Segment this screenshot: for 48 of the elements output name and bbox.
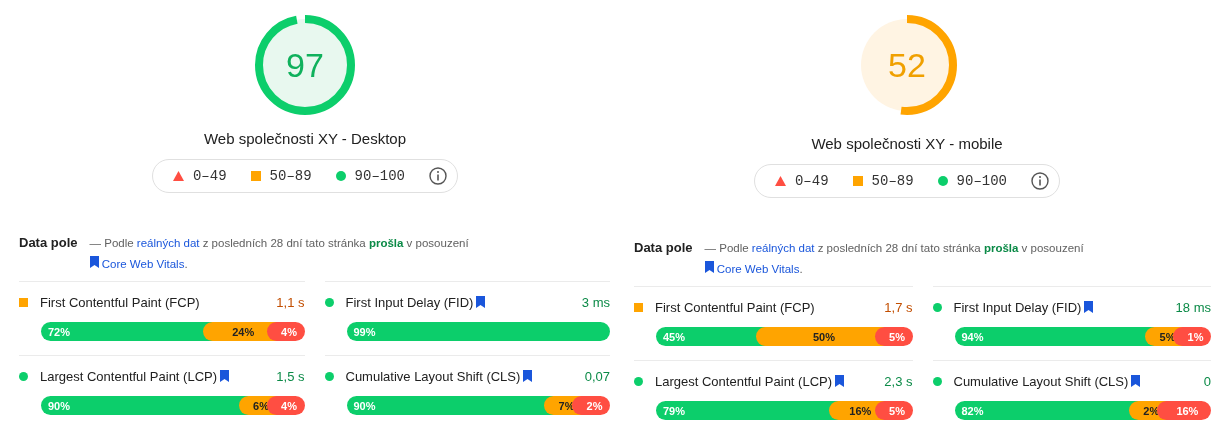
bookmark-icon (220, 370, 230, 382)
metric-name: Cumulative Layout Shift (CLS) (345, 368, 533, 384)
info-icon[interactable] (1031, 172, 1049, 190)
report-title: Web společnosti XY - Desktop (203, 130, 406, 147)
report-title: Web společnosti XY - mobile (811, 135, 1003, 152)
metric-value: 1,1 s (276, 294, 305, 310)
metric-value: 1,7 s (884, 299, 913, 315)
real-data-link[interactable]: reálných dat (751, 242, 815, 254)
score-value: 52 (888, 46, 926, 84)
metric-name: Largest Contentful Paint (LCP) (655, 373, 845, 389)
metric-name: First Input Delay (FID) (345, 294, 486, 310)
real-data-link[interactable]: reálných dat (136, 237, 200, 249)
metric-value: 18 ms (1175, 299, 1211, 315)
metric-name: First Contentful Paint (FCP) (655, 299, 815, 315)
metric-name: Cumulative Layout Shift (CLS) (953, 373, 1141, 389)
bookmark-icon (1131, 375, 1141, 387)
legend-label: 90–100 (354, 168, 405, 184)
legend-label: 0–49 (794, 173, 829, 189)
metric-value: 2,3 s (884, 373, 913, 389)
distribution-segment: 5% (874, 401, 913, 420)
field-data-description: — Podle reálných dat z posledních 28 dní tato stránka prošla v posouzení Core Web Vitals. (704, 241, 1085, 277)
metric-value: 1,5 s (276, 368, 305, 384)
info-icon[interactable] (429, 167, 447, 185)
bookmark-icon (89, 256, 99, 268)
score-value: 97 (286, 46, 324, 84)
metric-name: Largest Contentful Paint (LCP) (40, 368, 230, 384)
bookmark-icon (523, 370, 533, 382)
metric-value: 3 ms (581, 294, 610, 310)
metric-value: 0,07 (584, 368, 610, 384)
distribution-segment: 99% (346, 322, 610, 341)
section-heading: Data pole (634, 240, 693, 255)
bookmark-icon (835, 375, 845, 387)
distribution-segment: 5% (874, 327, 913, 346)
field-data-description: — Podle reálných dat z posledních 28 dní tato stránka prošla v posouzení Core Web Vitals. (89, 236, 470, 272)
distribution-segment: 1% (1173, 327, 1211, 346)
legend-label: 0–49 (192, 168, 227, 184)
bookmark-icon (704, 261, 714, 273)
metric-value: 0 (1203, 373, 1211, 389)
distribution-segment: 2% (572, 396, 610, 415)
bookmark-icon (476, 296, 486, 308)
section-heading: Data pole (19, 235, 78, 250)
legend-label: 50–89 (269, 168, 312, 184)
bookmark-icon (1084, 301, 1094, 313)
metric-name: First Contentful Paint (FCP) (40, 294, 200, 310)
legend-label: 50–89 (871, 173, 914, 189)
metric-name: First Input Delay (FID) (953, 299, 1094, 315)
distribution-segment: 4% (266, 322, 305, 341)
legend-label: 90–100 (956, 173, 1007, 189)
